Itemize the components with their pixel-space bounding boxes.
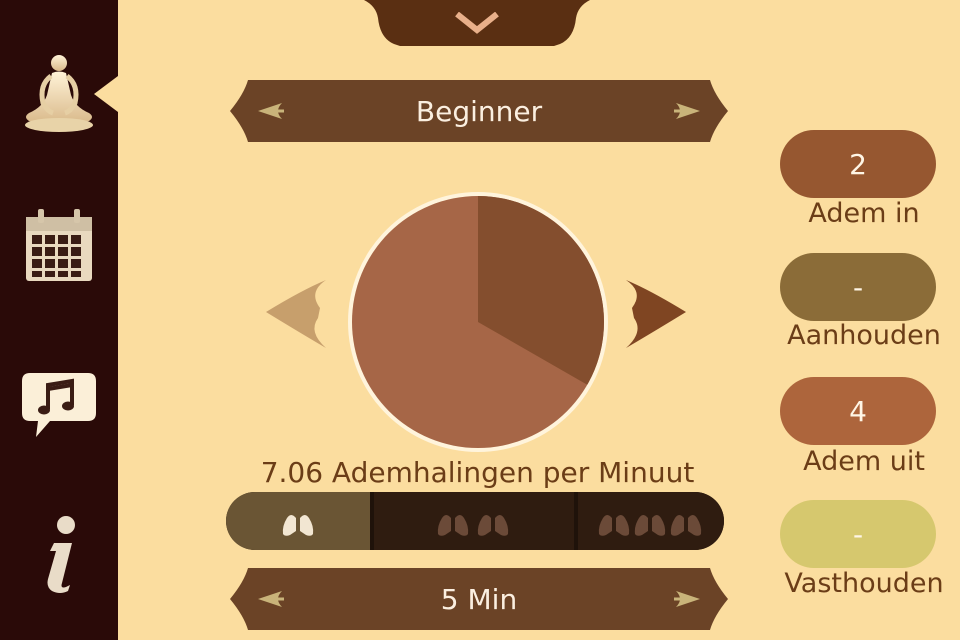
lungs-icon — [598, 508, 702, 536]
hold-in-label: Aanhouden — [787, 320, 941, 351]
level-label: Beginner — [415, 94, 543, 128]
sidebar-item-music[interactable] — [0, 360, 118, 450]
pattern-prev-button[interactable] — [262, 278, 328, 350]
hold-out-label: Vasthouden — [784, 568, 944, 599]
hold-out-value-button[interactable]: - — [780, 500, 936, 568]
inhale-value-button[interactable]: 2 — [780, 130, 936, 198]
exhale-label: Adem uit — [803, 446, 925, 477]
music-icon — [22, 373, 96, 437]
duration-next-button[interactable] — [672, 582, 708, 616]
active-indicator — [94, 76, 118, 112]
sidebar — [0, 0, 118, 640]
arrow-left-icon — [266, 280, 326, 348]
lungs-icon — [282, 508, 314, 536]
level-next-button[interactable] — [672, 94, 708, 128]
top-dropdown-tab[interactable] — [364, 0, 590, 46]
segment-two-lungs[interactable] — [374, 492, 574, 550]
inhale-label: Adem in — [808, 198, 920, 229]
duration-label: 5 Min — [440, 582, 518, 616]
pattern-next-button[interactable] — [624, 278, 690, 350]
sidebar-item-calendar[interactable] — [0, 200, 118, 290]
chevron-down-icon — [455, 12, 499, 34]
calendar-icon — [26, 209, 92, 281]
arrow-right-icon — [626, 280, 686, 348]
lungs-icon — [437, 508, 509, 536]
meditation-icon — [25, 55, 93, 132]
info-icon — [47, 516, 75, 593]
arrow-right-icon — [674, 591, 700, 607]
segment-one-lung[interactable] — [226, 492, 370, 550]
arrow-right-icon — [674, 103, 700, 119]
breaths-per-minute: 7.06 Ademhalingen per Minuut — [260, 456, 695, 489]
level-selector: Beginner — [230, 80, 728, 142]
hold-in-value-button[interactable]: - — [780, 253, 936, 321]
duration-selector: 5 Min — [230, 568, 728, 630]
breathing-cycle-pie — [348, 192, 608, 452]
difficulty-segmented-control — [226, 492, 724, 550]
exhale-value-button[interactable]: 4 — [780, 377, 936, 445]
segment-three-lungs[interactable] — [578, 492, 724, 550]
sidebar-item-info[interactable] — [0, 508, 118, 598]
